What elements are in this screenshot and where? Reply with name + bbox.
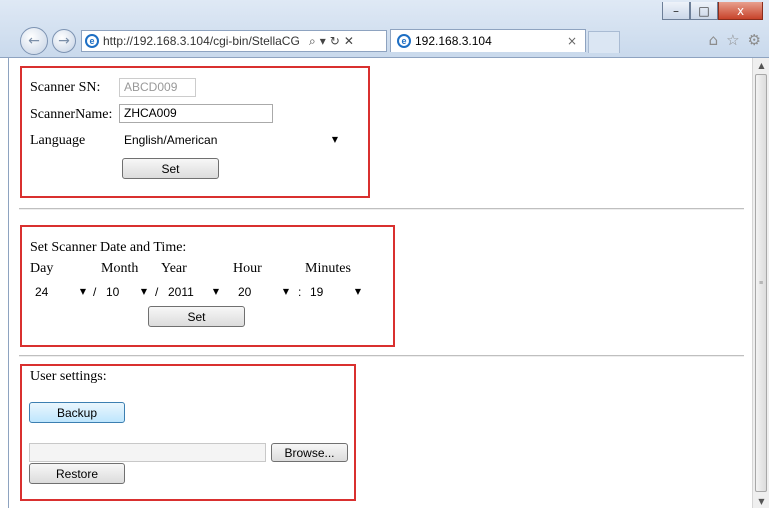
year-header: Year [161,261,187,276]
month-header: Month [101,261,139,276]
tab-ie-icon: e [397,34,411,48]
day-header: Day [30,261,54,276]
home-icon[interactable]: ⌂ [709,31,719,49]
close-window-button[interactable]: x [718,2,763,20]
chevron-down-icon: ▼ [79,287,86,296]
vertical-scrollbar[interactable]: ▲ ≡ ▼ [752,58,769,508]
chevron-down-icon: ▼ [212,287,219,296]
scroll-down-icon[interactable]: ▼ [753,494,769,508]
browser-tab[interactable]: e 192.168.3.104 × [390,29,586,52]
refresh-icon[interactable]: ↻ [330,34,340,49]
day-select-value: 24 [35,285,49,299]
page-viewport: Scanner SN: ABCD009 ScannerName: ZHCA009… [8,58,753,508]
compat-view-icon[interactable]: ▾ [320,34,326,49]
scanner-sn-input: ABCD009 [119,78,196,97]
language-select[interactable]: English/American ▼ [119,130,344,150]
tab-title: 192.168.3.104 [415,34,492,48]
maximize-button[interactable]: □ [690,2,718,20]
browser-chrome: – □ x ← → e http://192.168.3.104/cgi-bin… [0,0,769,58]
chevron-down-icon: ▼ [282,287,289,296]
month-select[interactable]: 10 ▼ [101,282,153,302]
ie-logo-icon: e [85,34,99,48]
scanner-sn-label: Scanner SN: [30,80,101,95]
time-separator: : [298,285,302,299]
chevron-down-icon: ▼ [140,287,147,296]
minutes-select[interactable]: 19 ▼ [305,282,367,302]
language-select-value: English/American [124,133,218,147]
tab-close-icon[interactable]: × [567,34,577,48]
forward-arrow-icon[interactable]: → [52,29,76,53]
restore-button[interactable]: Restore [29,463,125,484]
minutes-select-value: 19 [310,285,324,299]
scrollbar-thumb[interactable]: ≡ [755,74,767,492]
language-label-text: Language [30,133,86,148]
date-separator: / [155,285,159,299]
chevron-down-icon: ▼ [331,135,338,144]
chevron-down-icon: ▼ [354,287,361,296]
day-select[interactable]: 24 ▼ [30,282,92,302]
hour-select[interactable]: 20 ▼ [233,282,295,302]
minimize-button[interactable]: – [662,2,690,20]
year-select-value: 2011 [168,285,194,299]
hour-select-value: 20 [238,285,252,299]
divider [19,208,744,210]
minutes-header: Minutes [305,261,351,276]
scanner-set-button[interactable]: Set [122,158,219,179]
user-settings-title: User settings: [30,369,107,384]
datetime-title: Set Scanner Date and Time: [30,240,187,255]
year-select[interactable]: 2011 ▼ [163,282,225,302]
scroll-up-icon[interactable]: ▲ [753,58,769,72]
settings-gear-icon[interactable]: ⚙ [748,31,761,49]
window-controls: – □ x [662,2,763,20]
address-url[interactable]: http://192.168.3.104/cgi-bin/StellaCG [103,34,303,48]
favorites-star-icon[interactable]: ☆ [726,31,739,49]
new-tab-button[interactable] [588,31,620,53]
datetime-set-button[interactable]: Set [148,306,245,327]
divider [19,355,744,357]
stop-icon[interactable]: ✕ [344,34,354,49]
date-separator: / [93,285,97,299]
file-path-input[interactable] [29,443,266,462]
browse-button[interactable]: Browse... [271,443,348,462]
backup-button[interactable]: Backup [29,402,125,423]
month-select-value: 10 [106,285,120,299]
scanner-name-label: ScannerName: [30,107,113,122]
address-bar[interactable]: e http://192.168.3.104/cgi-bin/StellaCG … [81,30,387,52]
hour-header: Hour [233,261,262,276]
grip-icon: ≡ [758,279,764,287]
back-arrow-icon[interactable]: ← [20,27,48,55]
search-icon[interactable]: ⌕ [309,34,316,49]
scanner-name-input[interactable]: ZHCA009 [119,104,273,123]
